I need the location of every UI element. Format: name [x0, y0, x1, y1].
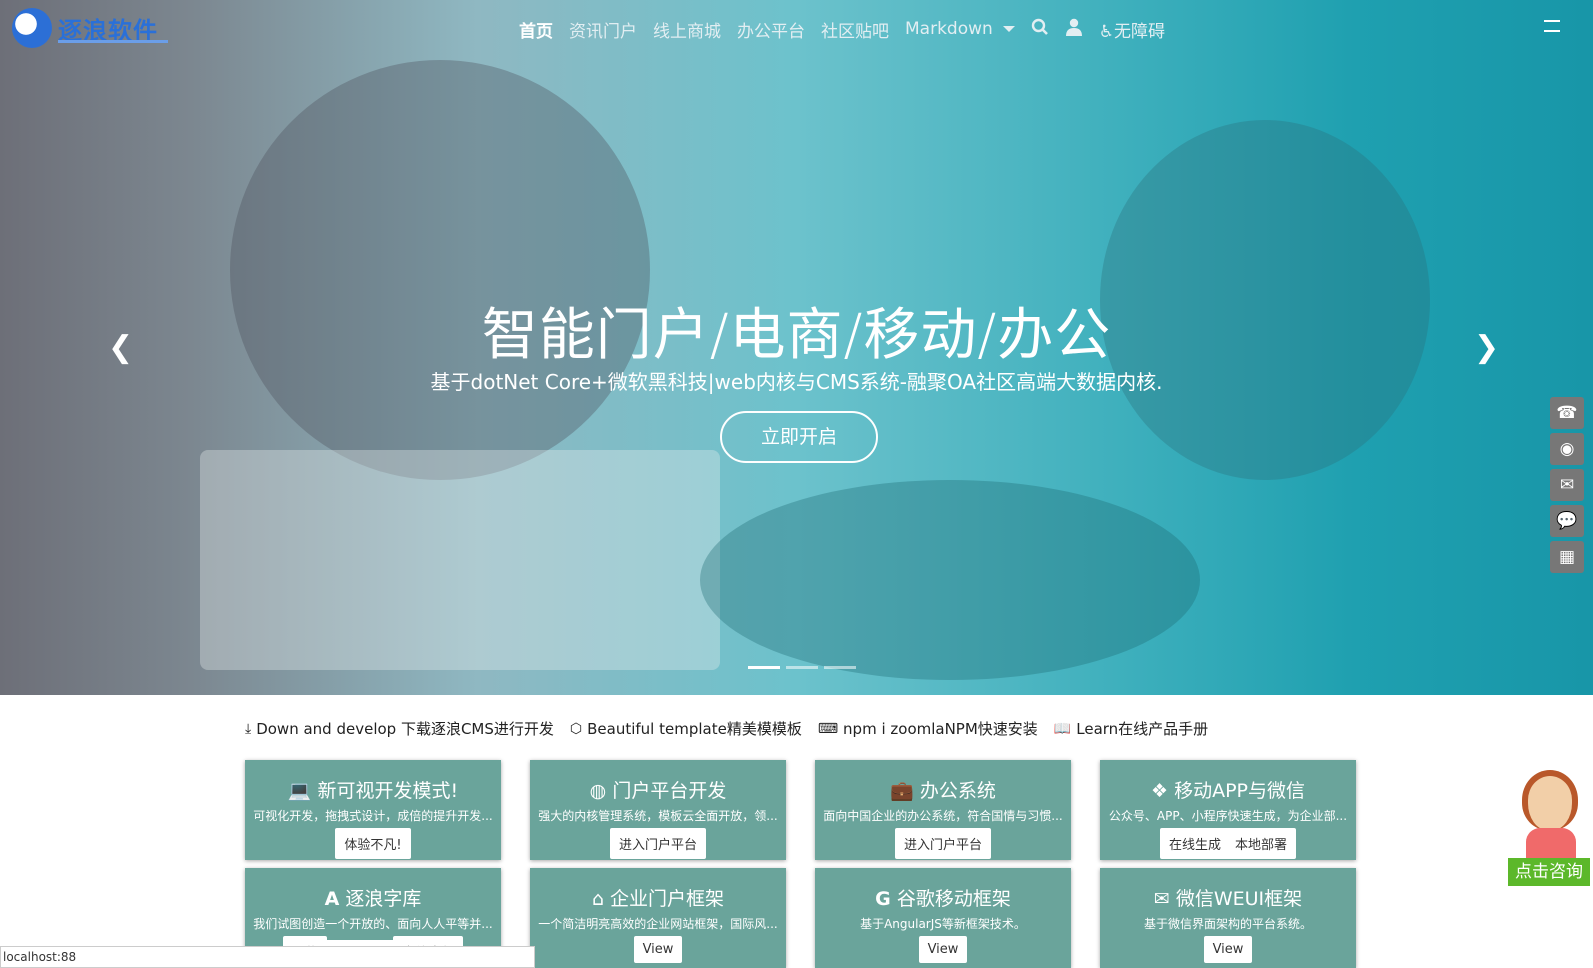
hero-start-button[interactable]: 立即开启 [720, 411, 878, 463]
feature-card-portal: ◍ 门户平台开发 强大的内核管理系统，模板云全面开放，领... 进入门户平台 [530, 760, 786, 860]
card-title: 办公系统 [919, 780, 996, 802]
quick-links-bar: ⤓ Down and develop 下载逐浪CMS进行开发 ⬡ Beautiful… [245, 718, 1224, 739]
download-icon: ⤓ [245, 720, 252, 737]
card-description: 一个简洁明亮高效的企业网站框架，国际风... [538, 917, 778, 931]
card-title: 企业门户框架 [610, 888, 725, 910]
card-description: 面向中国企业的办公系统，符合国情与习惯... [823, 809, 1063, 823]
consult-label: 点击咨询 [1508, 858, 1590, 886]
carousel-dot[interactable] [748, 666, 780, 669]
wheelchair-icon: ♿ [1098, 21, 1115, 42]
feature-card-mobile-app: ❖ 移动APP与微信 公众号、APP、小程序快速生成，为企业部... 在线生成本… [1100, 760, 1356, 860]
logo-icon [12, 8, 52, 48]
card-button-view[interactable]: View [918, 936, 968, 963]
quick-link-label: Learn在线产品手册 [1076, 720, 1209, 738]
customer-service-avatar [1522, 770, 1578, 830]
card-title: 移动APP与微信 [1174, 780, 1305, 802]
font-icon: A [324, 888, 340, 910]
consult-widget[interactable]: 点击咨询 [1508, 770, 1590, 886]
user-icon[interactable] [1065, 18, 1083, 41]
hero-title: 智能门户/电商/移动/办公 [481, 303, 1112, 368]
wechat-icon: ✉ [1153, 888, 1170, 910]
home-icon: ⌂ [591, 888, 604, 910]
card-description: 可视化开发，拖拽式设计，成倍的提升开发... [253, 809, 493, 823]
card-title: 谷歌移动框架 [896, 888, 1011, 910]
quick-link-template[interactable]: ⬡ Beautiful template精美模模板 [570, 718, 802, 739]
card-title: 新可视开发模式! [317, 780, 459, 802]
book-icon: 📖 [1053, 720, 1072, 737]
hero-photo-shape [700, 480, 1200, 680]
card-description: 强大的内核管理系统，模板云全面开放，领... [538, 809, 778, 823]
qrcode-icon[interactable]: ▦ [1550, 541, 1584, 573]
wechat-icon[interactable]: ✉ [1550, 469, 1584, 501]
cube-icon: ⬡ [569, 720, 583, 737]
card-button-enter-portal[interactable]: 进入门户平台 [894, 828, 991, 859]
quick-link-download[interactable]: ⤓ Down and develop 下载逐浪CMS进行开发 [245, 718, 554, 739]
card-title: 逐浪字库 [345, 888, 422, 910]
globe-icon: ◍ [589, 780, 607, 802]
quick-link-npm[interactable]: ⌨ npm i zoomlaNPM快速安装 [818, 718, 1038, 739]
quick-link-label: npm i zoomlaNPM快速安装 [843, 720, 1038, 738]
nav-item-shop[interactable]: 线上商城 [653, 17, 721, 42]
feature-card-google-mobile: G 谷歌移动框架 基于AngularJS等新框架技术。 View [815, 868, 1071, 968]
feature-card-weui: ✉ 微信WEUI框架 基于微信界面架构的平台系统。 View [1100, 868, 1356, 968]
card-button-online-generate[interactable]: 在线生成 [1159, 828, 1230, 859]
card-button-local-deploy[interactable]: 本地部署 [1226, 828, 1297, 859]
cubes-icon: ❖ [1150, 780, 1169, 802]
main-menu: 首页 资讯门户 线上商城 办公平台 社区贴吧 Markdown ♿无障碍 [519, 16, 1181, 42]
hero-photo-shape [230, 60, 650, 480]
customer-service-body [1526, 828, 1576, 858]
feature-card-enterprise-portal: ⌂ 企业门户框架 一个简洁明亮高效的企业网站框架，国际风... View [530, 868, 786, 968]
card-button-try[interactable]: 体验不凡! [335, 828, 411, 859]
nav-item-office[interactable]: 办公平台 [737, 17, 805, 42]
carousel-indicators [748, 666, 862, 669]
logo-tagline-bar [58, 40, 168, 43]
brand-logo[interactable]: 逐浪软件 [12, 8, 168, 48]
feature-card-visual-dev: 💻 新可视开发模式! 可视化开发，拖拽式设计，成倍的提升开发... 体验不凡! [245, 760, 501, 860]
quick-link-label: Down and develop 下载逐浪CMS进行开发 [256, 720, 554, 738]
hero-subtitle: 基于dotNet Core+微软黑科技|web内核与CMS系统-融聚OA社区高端… [430, 370, 1163, 394]
nav-item-community[interactable]: 社区贴吧 [821, 17, 889, 42]
nav-item-news[interactable]: 资讯门户 [569, 17, 637, 42]
accessibility-label: 无障碍 [1114, 21, 1166, 42]
card-description: 我们试图创造一个开放的、面向人人平等并... [253, 917, 493, 931]
quick-link-manual[interactable]: 📖 Learn在线产品手册 [1054, 718, 1208, 739]
top-navbar: 逐浪软件 首页 资讯门户 线上商城 办公平台 社区贴吧 Markdown ♿无障… [0, 0, 1593, 58]
google-icon: G [875, 888, 891, 910]
side-toolbar: ☎ ◉ ✉ 💬 ▦ [1550, 397, 1584, 577]
nav-item-markdown[interactable]: Markdown [905, 19, 993, 39]
card-description: 公众号、APP、小程序快速生成，为企业部... [1108, 809, 1348, 823]
card-description: 基于AngularJS等新框架技术。 [860, 917, 1026, 931]
hero-banner: 逐浪软件 首页 资讯门户 线上商城 办公平台 社区贴吧 Markdown ♿无障… [0, 0, 1593, 695]
search-icon[interactable] [1031, 18, 1049, 41]
card-button-enter-portal[interactable]: 进入门户平台 [609, 828, 706, 859]
phone-icon[interactable]: ☎ [1550, 397, 1584, 429]
keyboard-icon: ⌨ [817, 720, 839, 737]
card-button-view[interactable]: View [633, 936, 683, 963]
chevron-down-icon[interactable] [1002, 26, 1015, 32]
qq-icon[interactable]: ◉ [1550, 433, 1584, 465]
chat-icon[interactable]: 💬 [1550, 505, 1584, 537]
hamburger-menu-icon[interactable] [1544, 20, 1560, 34]
laptop-icon: 💻 [287, 780, 312, 802]
quick-link-label: Beautiful template精美模模板 [587, 720, 802, 738]
card-title: 微信WEUI框架 [1175, 888, 1303, 910]
nav-item-home[interactable]: 首页 [519, 17, 553, 42]
hero-photo-shape [200, 450, 720, 670]
carousel-dot[interactable] [786, 666, 818, 669]
card-button-view[interactable]: View [1203, 936, 1253, 963]
card-title: 门户平台开发 [612, 780, 727, 802]
browser-status-bar: localhost:88 [0, 946, 535, 968]
accessibility-link[interactable]: ♿无障碍 [1099, 17, 1165, 42]
briefcase-icon: 💼 [890, 780, 914, 802]
card-description: 基于微信界面架构的平台系统。 [1143, 917, 1312, 931]
carousel-dot[interactable] [824, 666, 856, 669]
feature-card-office: 💼 办公系统 面向中国企业的办公系统，符合国情与习惯... 进入门户平台 [815, 760, 1071, 860]
